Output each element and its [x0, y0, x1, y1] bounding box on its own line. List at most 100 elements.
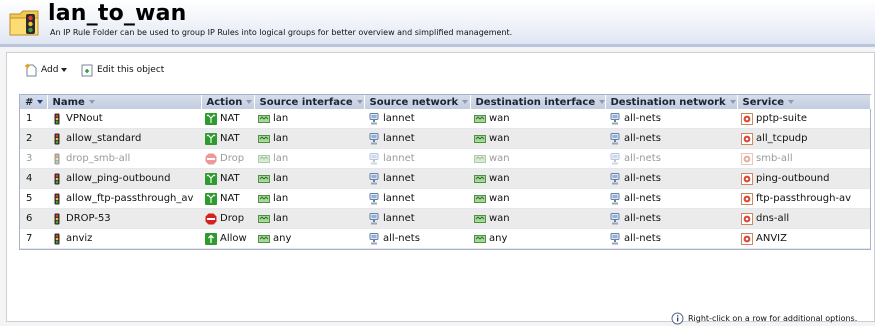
- interface-icon: [258, 154, 270, 163]
- service-cell[interactable]: ping-outbound: [737, 168, 870, 189]
- sort-icon: [788, 99, 795, 104]
- source-interface-cell[interactable]: lan: [254, 208, 364, 229]
- rule-name-cell[interactable]: allow_ftp-passthrough_av: [47, 188, 201, 209]
- interface-icon: [474, 154, 486, 163]
- destination-interface-cell[interactable]: wan: [470, 128, 605, 149]
- rule-action-cell[interactable]: Drop: [201, 208, 254, 229]
- service-icon: [741, 232, 753, 245]
- rule-name-cell[interactable]: allow_ping-outbound: [47, 168, 201, 189]
- rule-action-cell[interactable]: NAT: [201, 168, 254, 189]
- column-header-destination-interface[interactable]: Destination interface: [470, 95, 606, 109]
- source-interface-cell[interactable]: any: [254, 228, 364, 249]
- service: ping-outbound: [756, 173, 830, 184]
- rule-number: 4: [20, 168, 47, 189]
- source-network-cell[interactable]: lannet: [364, 128, 470, 149]
- destination-network-cell[interactable]: all-nets: [605, 148, 737, 169]
- destination-network-cell[interactable]: all-nets: [605, 228, 737, 249]
- table-row[interactable]: 7 anviz Allow any all-nets any all-nets ANVIZ: [20, 228, 870, 249]
- chevron-down-icon: [61, 68, 68, 72]
- table-header-row: # Name Action Source interface Source ne…: [20, 95, 871, 109]
- page-subtitle: An IP Rule Folder can be used to group I…: [50, 28, 513, 37]
- column-header-destination-network[interactable]: Destination network: [605, 95, 738, 109]
- service-cell[interactable]: smb-all: [737, 148, 870, 169]
- destination-interface-cell[interactable]: wan: [470, 148, 605, 169]
- rule-action-cell[interactable]: NAT: [201, 128, 254, 149]
- service-icon: [741, 132, 753, 145]
- destination-interface-cell[interactable]: wan: [470, 168, 605, 189]
- rule-action-cell[interactable]: Allow: [201, 228, 254, 249]
- source-network-cell[interactable]: lannet: [364, 208, 470, 229]
- rule-name: DROP-53: [66, 213, 111, 224]
- rule-action-cell[interactable]: NAT: [201, 109, 254, 129]
- source-interface: lan: [273, 113, 289, 124]
- source-network-cell[interactable]: lannet: [364, 188, 470, 209]
- source-interface: lan: [273, 153, 289, 164]
- allow-action-icon: [205, 232, 217, 245]
- rule-action-cell[interactable]: Drop: [201, 148, 254, 169]
- service-cell[interactable]: dns-all: [737, 208, 870, 229]
- column-header-source-interface[interactable]: Source interface: [254, 95, 365, 109]
- network-object-icon: [610, 232, 620, 244]
- destination-network-cell[interactable]: all-nets: [605, 188, 737, 209]
- rule-action-cell[interactable]: NAT: [201, 188, 254, 209]
- service-cell[interactable]: ftp-passthrough-av: [737, 188, 870, 209]
- table-row[interactable]: 4 allow_ping-outbound NAT lan lannet wan all-n…: [20, 168, 870, 189]
- source-network-cell[interactable]: all-nets: [364, 228, 470, 249]
- edit-object-button[interactable]: Edit this object: [80, 63, 164, 77]
- table-row[interactable]: 3 drop_smb-all Drop lan lannet wan all-nets smb…: [20, 148, 870, 169]
- destination-network-cell[interactable]: all-nets: [605, 168, 737, 189]
- network-object-icon: [610, 112, 620, 124]
- edit-icon: [81, 64, 93, 77]
- destination-interface-cell[interactable]: any: [470, 228, 605, 249]
- rule-name-cell[interactable]: drop_smb-all: [47, 148, 201, 169]
- rule-icon: [54, 153, 60, 164]
- column-header-source-network[interactable]: Source network: [364, 95, 471, 109]
- table-row[interactable]: 1 VPNout NAT lan lannet wan all-nets pptp-suite: [20, 109, 870, 129]
- destination-network-cell[interactable]: all-nets: [605, 128, 737, 149]
- service-cell[interactable]: ANVIZ: [737, 228, 870, 249]
- header-divider: [0, 44, 875, 47]
- source-interface-cell[interactable]: lan: [254, 188, 364, 209]
- table-row[interactable]: 6 DROP-53 Drop lan lannet wan all-nets dns-all: [20, 208, 870, 229]
- column-header-name[interactable]: Name: [47, 95, 202, 109]
- column-header-service[interactable]: Service: [737, 95, 871, 109]
- rule-number: 5: [20, 188, 47, 209]
- source-interface-cell[interactable]: lan: [254, 128, 364, 149]
- table-row[interactable]: 2 allow_standard NAT lan lannet wan all-nets al…: [20, 128, 870, 149]
- interface-icon: [474, 234, 486, 243]
- destination-interface: any: [489, 233, 508, 244]
- page-header: lan_to_wan An IP Rule Folder can be used…: [0, 0, 875, 44]
- source-interface-cell[interactable]: lan: [254, 148, 364, 169]
- table-row[interactable]: 5 allow_ftp-passthrough_av NAT lan lannet wan…: [20, 188, 870, 209]
- source-network-cell[interactable]: lannet: [364, 168, 470, 189]
- rule-name-cell[interactable]: anviz: [47, 228, 201, 249]
- column-header-action[interactable]: Action: [201, 95, 255, 109]
- service-cell[interactable]: all_tcpudp: [737, 128, 870, 149]
- source-network-cell[interactable]: lannet: [364, 148, 470, 169]
- destination-network-cell[interactable]: all-nets: [605, 109, 737, 129]
- destination-network: all-nets: [624, 193, 661, 204]
- rule-name: VPNout: [66, 113, 103, 124]
- destination-network-cell[interactable]: all-nets: [605, 208, 737, 229]
- destination-interface-cell[interactable]: wan: [470, 188, 605, 209]
- service-cell[interactable]: pptp-suite: [737, 109, 870, 129]
- source-interface-cell[interactable]: lan: [254, 168, 364, 189]
- sort-icon: [462, 99, 469, 104]
- rule-action: Drop: [220, 213, 245, 224]
- source-interface: lan: [273, 193, 289, 204]
- rule-name-cell[interactable]: allow_standard: [47, 128, 201, 149]
- drop-action-icon: [205, 153, 217, 164]
- rule-number: 3: [20, 148, 47, 169]
- source-network: lannet: [383, 173, 415, 184]
- sort-icon: [356, 99, 363, 104]
- source-interface-cell[interactable]: lan: [254, 109, 364, 129]
- column-header-number[interactable]: #: [20, 95, 48, 109]
- add-button[interactable]: Add: [24, 63, 68, 77]
- rule-name-cell[interactable]: VPNout: [47, 109, 201, 129]
- destination-interface-cell[interactable]: wan: [470, 109, 605, 129]
- source-network-cell[interactable]: lannet: [364, 109, 470, 129]
- network-object-icon: [610, 152, 620, 164]
- rule-name-cell[interactable]: DROP-53: [47, 208, 201, 229]
- destination-interface-cell[interactable]: wan: [470, 208, 605, 229]
- network-object-icon: [369, 152, 379, 164]
